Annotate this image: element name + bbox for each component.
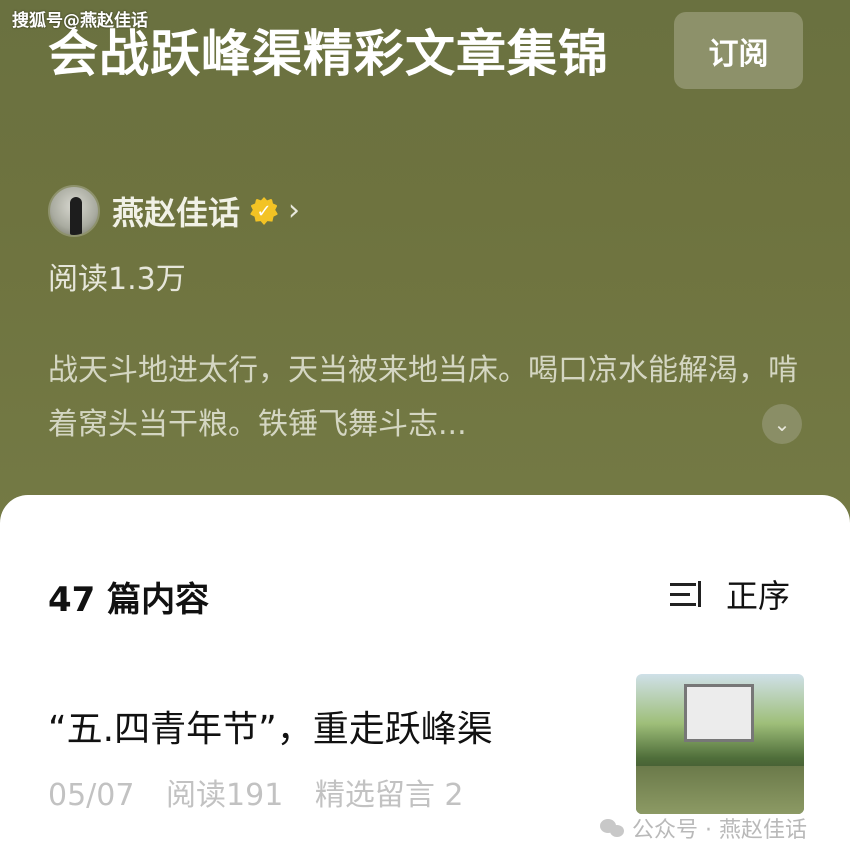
article-thumbnail[interactable] bbox=[636, 674, 804, 814]
watermark-bottom: 公众号 · 燕赵佳话 bbox=[600, 812, 807, 844]
article-title[interactable]: “五.四青年节”，重走跃峰渠 bbox=[48, 700, 493, 752]
collection-description: 战天斗地进太行，天当被来地当床。喝口凉水能解渴，啃着窝头当干粮。铁锤飞舞斗志..… bbox=[48, 353, 798, 442]
author-name[interactable]: 燕赵佳话 bbox=[112, 188, 240, 234]
sort-label: 正序 bbox=[726, 577, 791, 615]
thumbnail-building bbox=[684, 684, 754, 742]
subscribe-button[interactable]: 订阅 bbox=[674, 12, 803, 89]
collection-title: 会战跃峰渠精彩文章集锦 bbox=[48, 25, 609, 83]
watermark-bottom-text: 公众号 · 燕赵佳话 bbox=[632, 818, 807, 843]
article-meta: 05/07 阅读191 精选留言 2 bbox=[48, 770, 463, 814]
expand-down-icon[interactable]: ⌄ bbox=[762, 404, 802, 444]
chevron-right-icon[interactable]: › bbox=[288, 196, 300, 226]
thumbnail-water bbox=[636, 766, 804, 814]
avatar[interactable] bbox=[48, 185, 100, 237]
article-comments: 精选留言 2 bbox=[314, 778, 464, 813]
article-date: 05/07 bbox=[48, 778, 135, 813]
wechat-icon bbox=[600, 817, 626, 839]
article-reads: 阅读191 bbox=[166, 778, 284, 813]
article-count: 47 篇内容 bbox=[48, 580, 210, 620]
author-row[interactable]: 燕赵佳话 ✓ › bbox=[48, 183, 300, 239]
sort-icon bbox=[668, 577, 708, 611]
sort-button[interactable]: 正序 bbox=[668, 572, 790, 616]
verified-badge-icon: ✓ bbox=[250, 197, 279, 225]
read-count: 阅读1.3万 bbox=[48, 262, 186, 297]
